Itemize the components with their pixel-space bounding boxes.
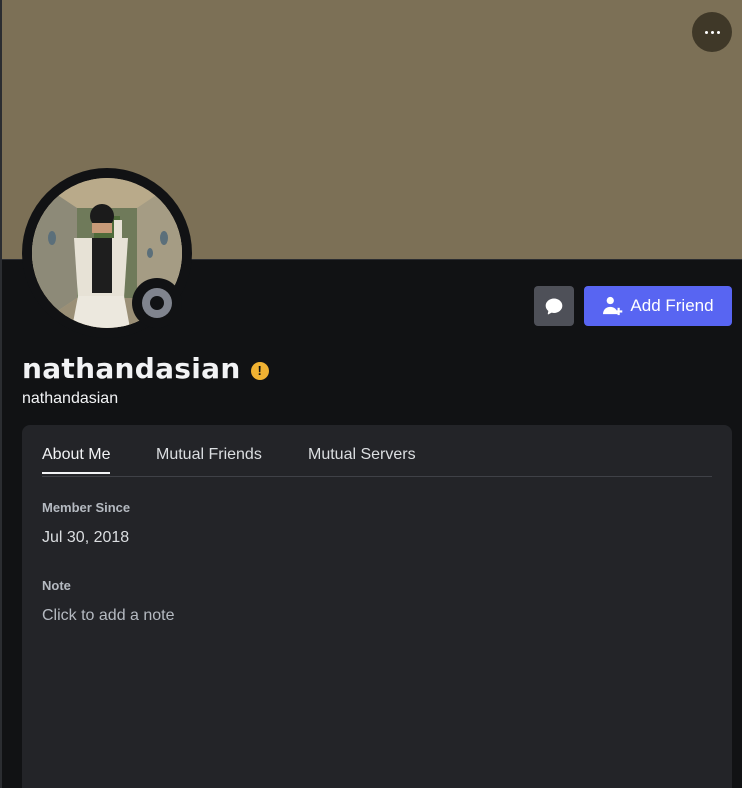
user-profile-panel: Add Friend nathandasian ! nathandasian A… [0, 0, 742, 788]
display-name-row: nathandasian ! [22, 352, 269, 385]
note-input[interactable]: Click to add a note [42, 607, 175, 625]
add-friend-label: Add Friend [630, 296, 714, 315]
tab-about-me[interactable]: About Me [42, 446, 111, 474]
warning-icon[interactable]: ! [250, 361, 269, 380]
add-friend-button[interactable]: Add Friend [584, 286, 732, 326]
add-user-icon [603, 296, 623, 316]
chat-bubble-icon [545, 298, 563, 315]
profile-info-card: About Me Mutual Friends Mutual Servers M… [22, 425, 732, 788]
member-since-heading: Member Since [42, 500, 131, 515]
more-horizontal-icon [704, 30, 720, 34]
tab-mutual-friends[interactable]: Mutual Friends [156, 446, 262, 472]
username: nathandasian [22, 390, 119, 407]
status-indicator [132, 278, 182, 328]
member-since-date: Jul 30, 2018 [42, 529, 130, 546]
offline-status-icon [142, 288, 172, 318]
panel-left-border [0, 0, 2, 788]
send-message-button[interactable] [534, 286, 574, 326]
profile-tabs: About Me Mutual Friends Mutual Servers [42, 425, 712, 477]
display-name: nathandasian [22, 352, 241, 385]
more-options-button[interactable] [692, 12, 732, 52]
note-heading: Note [42, 578, 71, 593]
avatar-container[interactable] [22, 168, 192, 338]
tab-mutual-servers[interactable]: Mutual Servers [308, 446, 416, 472]
